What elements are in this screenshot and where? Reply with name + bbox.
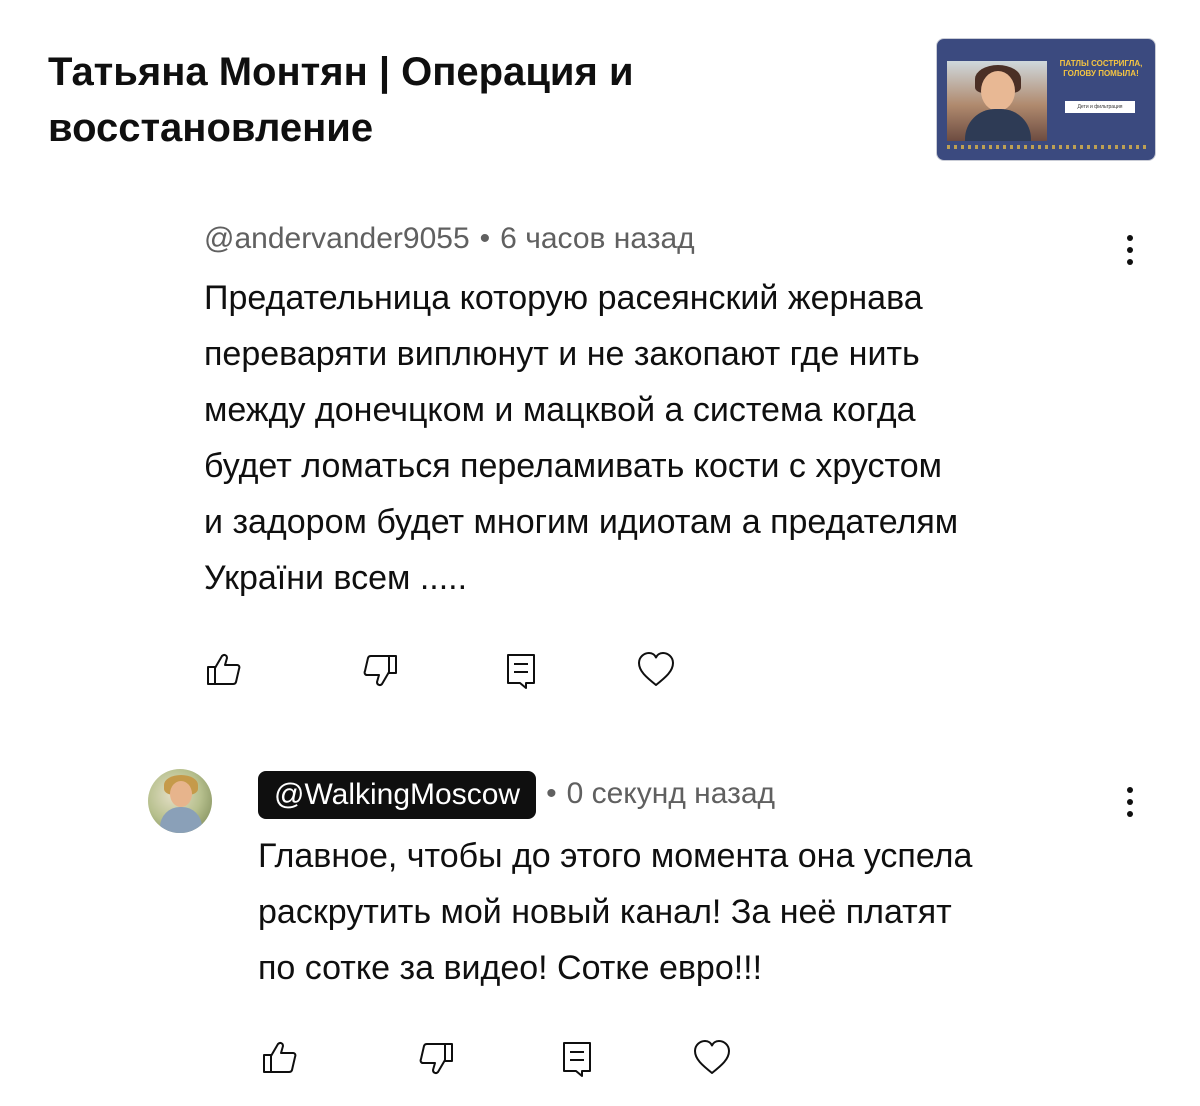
comment-meta: @andervander9055 • 6 часов назад xyxy=(204,219,695,259)
dislike-icon[interactable] xyxy=(416,1038,456,1078)
comment-author[interactable]: @andervander9055 xyxy=(204,222,470,255)
comment-text-line: переваряти виплюнут и не закопают где ни… xyxy=(204,335,920,373)
comment-text-line: и задором будет многим идиотам а предате… xyxy=(204,503,959,541)
thumbnail-photo xyxy=(947,61,1047,141)
reply-icon[interactable] xyxy=(500,650,540,690)
video-thumbnail[interactable]: ПАТЛЫ СОСТРИГЛА, ГОЛОВУ ПОМЫЛА! Дети и ф… xyxy=(936,38,1156,161)
meta-separator: • xyxy=(479,222,491,255)
reply-icon[interactable] xyxy=(556,1038,596,1078)
comment-text-line: раскрутить мой новый канал! За неё платя… xyxy=(258,893,952,931)
thumbnail-decoration xyxy=(947,145,1147,149)
comment-text: Главное, чтобы до этого момента она успе… xyxy=(258,828,1158,996)
comment-text-line: по сотке за видео! Сотке евро!!! xyxy=(258,949,763,987)
comment-time[interactable]: 0 секунд назад xyxy=(567,777,775,810)
comment-text-line: будет ломаться переламивать кости с хрус… xyxy=(204,447,942,485)
video-title-line: Татьяна Монтян | Операция и xyxy=(48,50,634,94)
video-title-line: восстановление xyxy=(48,106,374,150)
avatar[interactable] xyxy=(148,769,212,833)
avatar-body xyxy=(160,807,202,833)
comment-text-line: Украïни всем ..... xyxy=(204,559,468,597)
like-icon[interactable] xyxy=(260,1038,300,1078)
thumbnail-person-body xyxy=(965,109,1031,141)
avatar-face xyxy=(170,781,192,807)
thumbnail-caption: ПАТЛЫ СОСТРИГЛА, ГОЛОВУ ПОМЫЛА! xyxy=(1051,59,1151,79)
comment-text-line: между донечцком и мацквой а система когд… xyxy=(204,391,916,429)
meta-separator: • xyxy=(546,777,557,810)
thumbnail-caption-line: ПАТЛЫ СОСТРИГЛА, xyxy=(1059,59,1143,68)
video-title[interactable]: Татьяна Монтян | Операция и восстановлен… xyxy=(48,44,808,156)
comment-text: Предательница которую расеянский жернава… xyxy=(204,270,1144,606)
comment-author-highlighted[interactable]: @WalkingMoscow xyxy=(258,771,537,820)
comment-text-line: Предательница которую расеянский жернава xyxy=(204,279,923,317)
comment-meta: @WalkingMoscow • 0 секунд назад xyxy=(258,770,775,820)
comment-time[interactable]: 6 часов назад xyxy=(500,222,695,255)
more-options-icon[interactable] xyxy=(1118,782,1142,822)
heart-icon[interactable] xyxy=(692,1038,732,1078)
heart-icon[interactable] xyxy=(636,650,676,690)
more-options-icon[interactable] xyxy=(1118,230,1142,270)
comments-screen: Татьяна Монтян | Операция и восстановлен… xyxy=(0,0,1200,1106)
like-icon[interactable] xyxy=(204,650,244,690)
thumbnail-person-face xyxy=(981,71,1015,111)
thumbnail-caption-line: ГОЛОВУ ПОМЫЛА! xyxy=(1063,69,1139,78)
comment-text-line: Главное, чтобы до этого момента она успе… xyxy=(258,837,973,875)
thumbnail-tag: Дети и фильтрация xyxy=(1065,101,1135,113)
dislike-icon[interactable] xyxy=(360,650,400,690)
